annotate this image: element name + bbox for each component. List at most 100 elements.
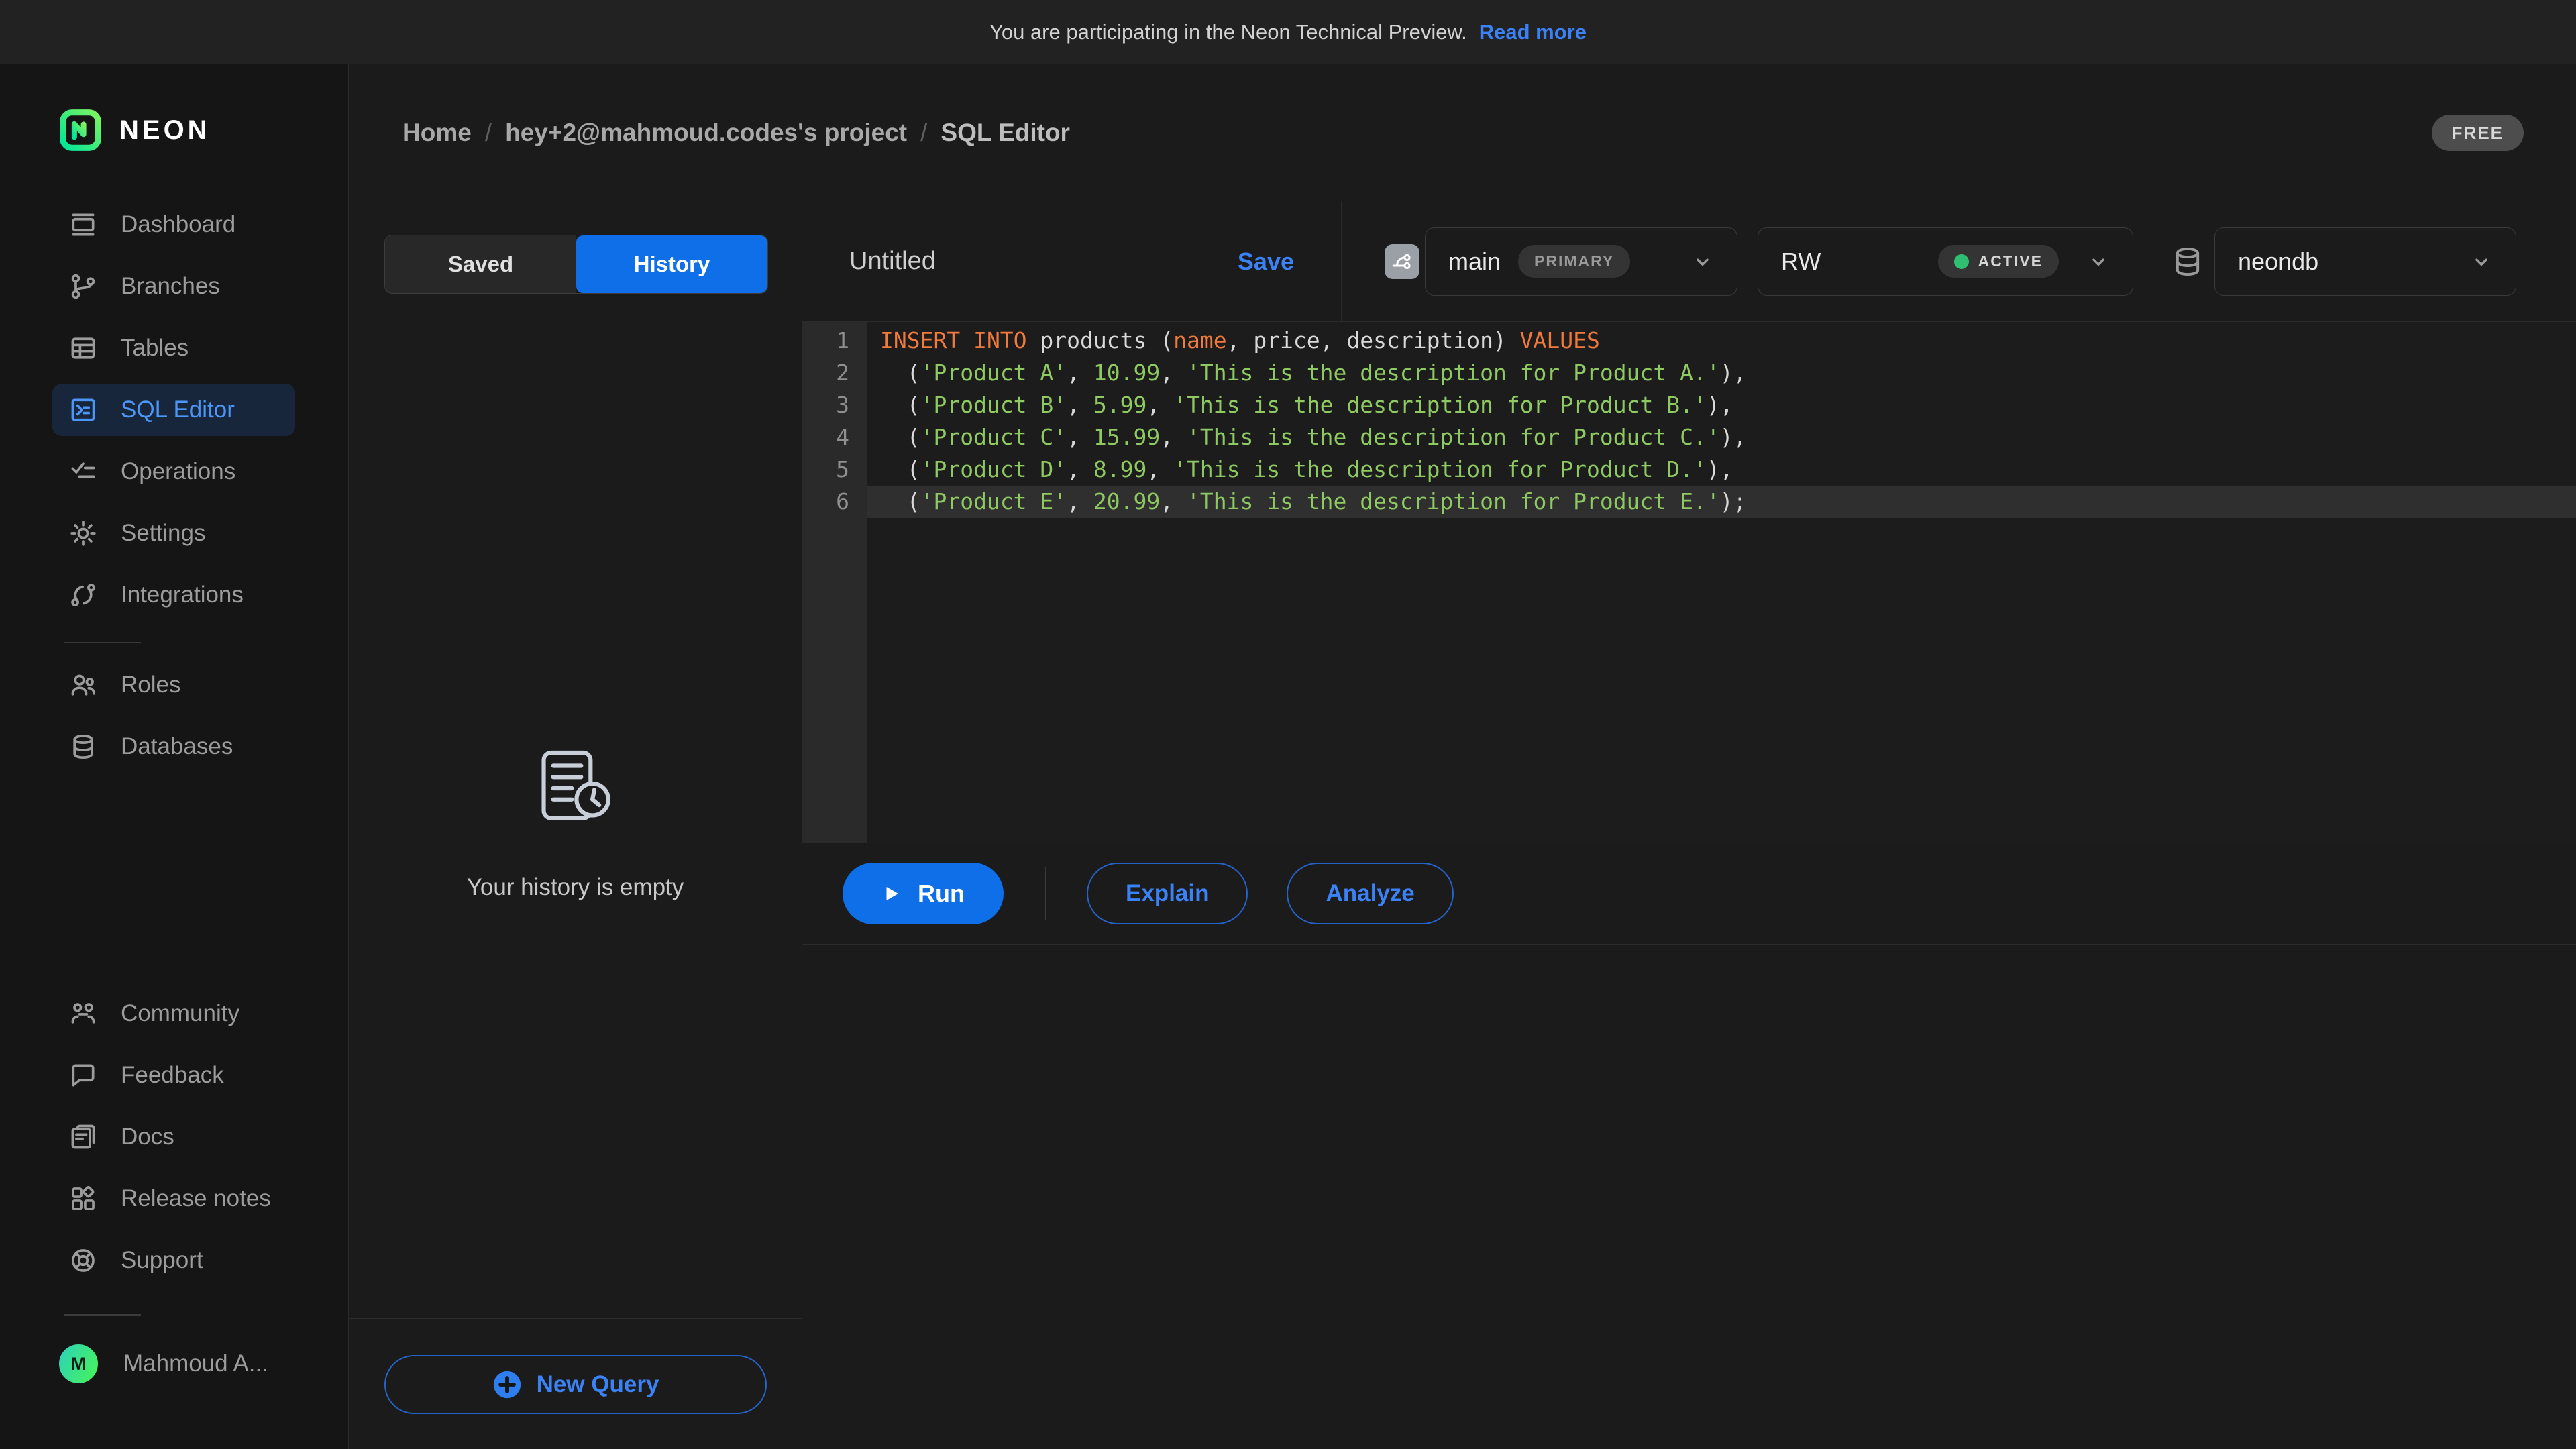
- sidebar-item-feedback[interactable]: Feedback: [52, 1049, 295, 1102]
- run-button[interactable]: Run: [843, 863, 1004, 924]
- read-more-link[interactable]: Read more: [1479, 20, 1587, 44]
- main-area: Home / hey+2@mahmoud.codes's project / S…: [349, 64, 2576, 1449]
- code-text: ('Product E', 20.99, 'This is the descri…: [867, 486, 2576, 518]
- sql-editor-icon: [68, 395, 98, 425]
- sidebar-item-label: Settings: [121, 520, 205, 547]
- branch-button[interactable]: [1385, 244, 1419, 279]
- support-icon: [68, 1246, 98, 1275]
- community-icon: [68, 999, 98, 1028]
- sidebar: NEON Dashboard Branches Tables: [0, 64, 349, 1449]
- sidebar-item-tables[interactable]: Tables: [52, 322, 295, 374]
- query-title[interactable]: Untitled: [849, 247, 936, 276]
- roles-icon: [68, 670, 98, 700]
- dashboard-icon: [68, 210, 98, 239]
- tables-icon: [68, 333, 98, 363]
- history-empty-icon: [531, 743, 621, 833]
- branches-icon: [68, 272, 98, 301]
- tab-saved[interactable]: Saved: [385, 235, 576, 293]
- sidebar-item-sql-editor[interactable]: SQL Editor: [52, 384, 295, 436]
- code-editor[interactable]: 1INSERT INTO products (name, price, desc…: [802, 322, 2576, 843]
- connection-selectors: main PRIMARY RW ACTIVE: [1342, 201, 2576, 321]
- endpoint-status-label: ACTIVE: [1978, 252, 2043, 270]
- user-menu[interactable]: M Mahmoud A...: [59, 1344, 268, 1383]
- operations-icon: [68, 457, 98, 486]
- results-pane: [802, 945, 2576, 1449]
- sidebar-item-label: Tables: [121, 335, 189, 362]
- panel-divider: [349, 1318, 802, 1319]
- code-text: ('Product C', 15.99, 'This is the descri…: [867, 421, 2576, 453]
- sidebar-item-integrations[interactable]: Integrations: [52, 569, 295, 621]
- breadcrumb: Home / hey+2@mahmoud.codes's project / S…: [402, 119, 1070, 147]
- database-select[interactable]: neondb: [2214, 227, 2516, 296]
- explain-button[interactable]: Explain: [1087, 863, 1248, 924]
- chevron-down-icon: [2470, 250, 2493, 273]
- code-line: 4 ('Product C', 15.99, 'This is the desc…: [802, 421, 2576, 453]
- endpoint-status-badge: ACTIVE: [1938, 245, 2059, 278]
- active-status-dot: [1954, 254, 1969, 269]
- sidebar-divider: [64, 642, 141, 643]
- code-line: 2 ('Product A', 10.99, 'This is the desc…: [802, 357, 2576, 389]
- sidebar-item-dashboard[interactable]: Dashboard: [52, 199, 295, 251]
- sidebar-item-roles[interactable]: Roles: [52, 659, 295, 711]
- editor-toolbar: Untitled Save main PRIMARY: [802, 201, 2576, 322]
- sidebar-item-label: SQL Editor: [121, 396, 235, 423]
- breadcrumb-project[interactable]: hey+2@mahmoud.codes's project: [505, 119, 907, 147]
- new-query-button[interactable]: New Query: [384, 1355, 767, 1414]
- chevron-down-icon: [1691, 250, 1714, 273]
- editor-actions: Run Explain Analyze: [802, 843, 2576, 945]
- new-query-label: New Query: [537, 1371, 659, 1398]
- tab-history[interactable]: History: [576, 235, 767, 293]
- banner-text: You are participating in the Neon Techni…: [989, 20, 1467, 44]
- sidebar-item-docs[interactable]: Docs: [52, 1111, 295, 1163]
- sidebar-item-release-notes[interactable]: Release notes: [52, 1173, 295, 1225]
- sidebar-item-label: Dashboard: [121, 211, 235, 238]
- primary-badge: PRIMARY: [1518, 245, 1630, 278]
- code-line: 5 ('Product D', 8.99, 'This is the descr…: [802, 453, 2576, 486]
- analyze-button[interactable]: Analyze: [1287, 863, 1453, 924]
- sidebar-item-operations[interactable]: Operations: [52, 445, 295, 498]
- brand-name: NEON: [119, 115, 211, 146]
- sidebar-menu-main: Dashboard Branches Tables SQL Editor: [0, 199, 348, 631]
- sidebar-item-databases[interactable]: Databases: [52, 720, 295, 773]
- feedback-icon: [68, 1061, 98, 1090]
- sidebar-menu-secondary: Roles Databases: [0, 659, 348, 782]
- sidebar-item-settings[interactable]: Settings: [52, 507, 295, 559]
- code-line: 3 ('Product B', 5.99, 'This is the descr…: [802, 389, 2576, 421]
- neon-logo[interactable]: NEON: [59, 109, 211, 152]
- code-lines: 1INSERT INTO products (name, price, desc…: [802, 325, 2576, 518]
- line-number: 3: [802, 389, 867, 421]
- sidebar-item-label: Branches: [121, 273, 220, 300]
- branch-select[interactable]: main PRIMARY: [1425, 227, 1737, 296]
- databases-icon: [68, 732, 98, 761]
- sql-editor-panel: Untitled Save main PRIMARY: [802, 201, 2576, 1449]
- sidebar-item-label: Integrations: [121, 582, 244, 608]
- queries-panel: Saved History Your history is empty: [349, 201, 802, 1449]
- docs-icon: [68, 1122, 98, 1152]
- code-line: 1INSERT INTO products (name, price, desc…: [802, 325, 2576, 357]
- sidebar-item-community[interactable]: Community: [52, 987, 295, 1040]
- technical-preview-banner: You are participating in the Neon Techni…: [0, 0, 2576, 64]
- history-empty-text: Your history is empty: [349, 874, 802, 901]
- branch-name: main: [1448, 248, 1501, 276]
- line-number: 2: [802, 357, 867, 389]
- code-text: ('Product B', 5.99, 'This is the descrip…: [867, 389, 2576, 421]
- line-number: 1: [802, 325, 867, 357]
- database-name: neondb: [2238, 248, 2318, 276]
- line-number: 5: [802, 453, 867, 486]
- sidebar-item-label: Operations: [121, 458, 235, 485]
- breadcrumb-home[interactable]: Home: [402, 119, 472, 147]
- save-button[interactable]: Save: [1238, 248, 1294, 276]
- queries-tabs: Saved History: [384, 235, 768, 294]
- run-label: Run: [918, 879, 965, 908]
- sidebar-item-support[interactable]: Support: [52, 1234, 295, 1287]
- line-number: 4: [802, 421, 867, 453]
- branch-icon: [1390, 250, 1414, 274]
- integrations-icon: [68, 580, 98, 610]
- sidebar-item-label: Support: [121, 1247, 203, 1274]
- plus-circle-icon: [492, 1370, 522, 1399]
- sidebar-item-label: Release notes: [121, 1185, 271, 1212]
- sidebar-item-branches[interactable]: Branches: [52, 260, 295, 313]
- history-empty-state: Your history is empty: [349, 743, 802, 901]
- breadcrumb-separator: /: [485, 119, 492, 147]
- endpoint-select[interactable]: RW ACTIVE: [1758, 227, 2133, 296]
